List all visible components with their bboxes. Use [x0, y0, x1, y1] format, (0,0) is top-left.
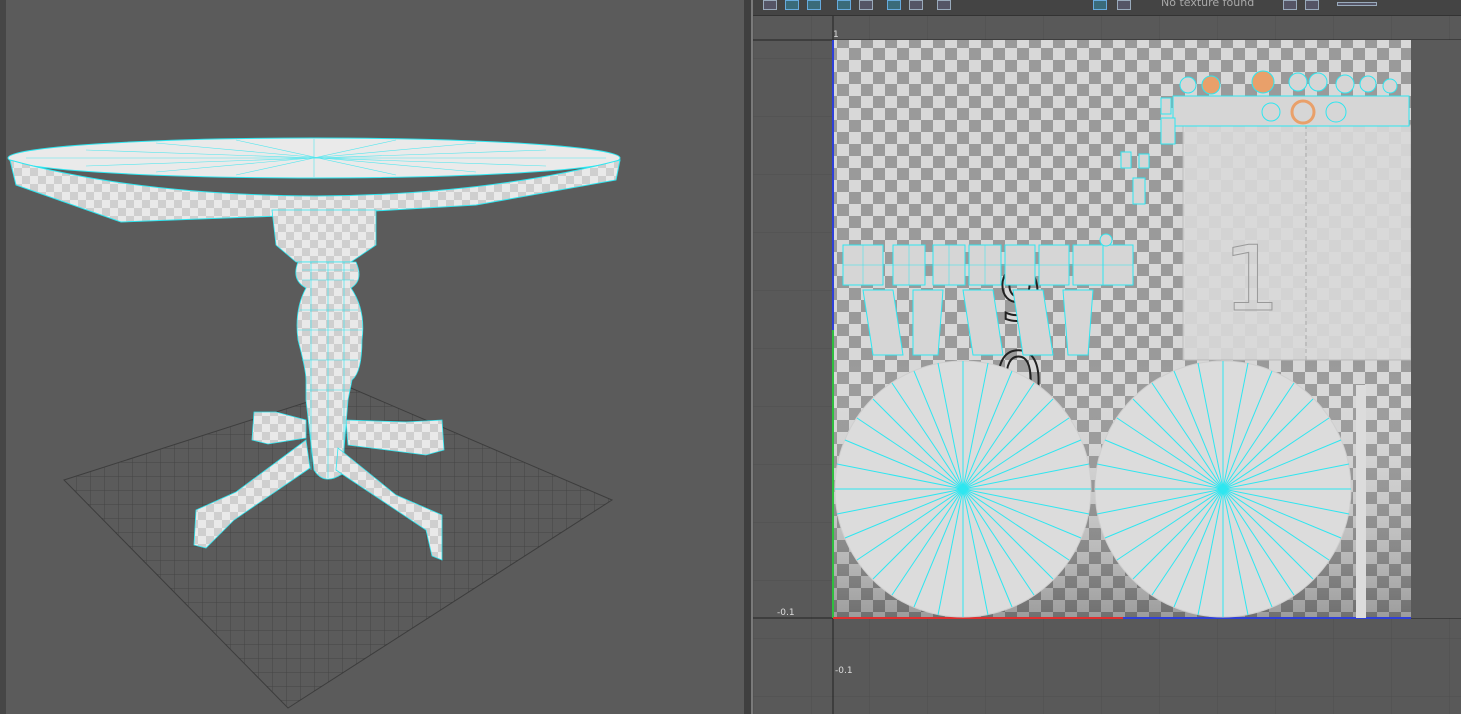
panel-divider[interactable]: [744, 0, 751, 714]
uv-shell-strip-right: [1356, 385, 1366, 618]
uv-shell-leg-panel: [1182, 124, 1412, 361]
coord-v-top: 1: [833, 30, 839, 40]
coord-v-low: -0.1: [835, 666, 853, 676]
uv-shell-disc-left: [834, 360, 1092, 618]
uv-shell-disc-right: [1094, 360, 1352, 618]
uv-canvas[interactable]: 1 0 9: [753, 0, 1461, 714]
uv-editor-panel[interactable]: No texture found 1 1 -0.1 -0.1: [751, 0, 1461, 714]
tile-label-1: 1: [1223, 227, 1280, 332]
table-3d-model: [7, 137, 621, 709]
coord-u-low: -0.1: [777, 608, 795, 618]
pedestal-top: [271, 209, 377, 263]
perspective-viewport[interactable]: [0, 0, 744, 714]
